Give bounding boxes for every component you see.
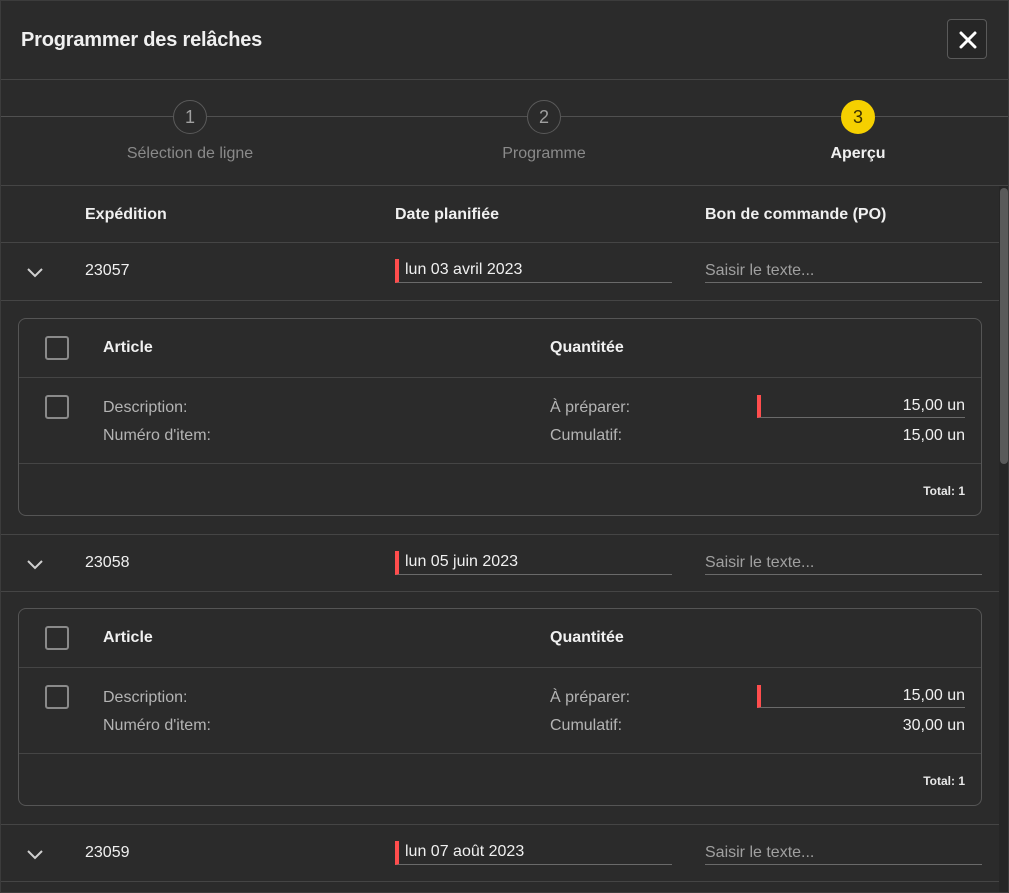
card-header: Article Quantitée <box>19 609 981 668</box>
column-header-shipment: Expédition <box>85 206 167 223</box>
scrollbar-thumb[interactable] <box>1000 188 1008 464</box>
chevron-down-icon[interactable] <box>26 263 44 281</box>
article-row: Description: Numéro d'item: À préparer: … <box>19 378 981 464</box>
cumulative-value: 15,00 un <box>902 427 965 444</box>
shipment-id: 23059 <box>85 844 130 861</box>
cumulative-label: Cumulatif: <box>550 427 623 444</box>
planned-date-picker[interactable]: lun 05 juin 2023 <box>395 551 672 575</box>
item-number-label: Numéro d'item: <box>103 717 211 734</box>
to-prepare-quantity-input[interactable]: 15,00 un <box>757 685 965 708</box>
chevron-down-icon[interactable] <box>26 555 44 573</box>
planned-date-picker[interactable]: lun 07 août 2023 <box>395 841 672 865</box>
description-label: Description: <box>103 399 188 416</box>
vertical-scrollbar[interactable] <box>999 186 1008 892</box>
step-number: 1 <box>173 100 207 134</box>
step-number: 2 <box>527 100 561 134</box>
shipment-row: 23059 lun 07 août 2023 <box>1 824 999 882</box>
purchase-order-input[interactable] <box>705 841 982 865</box>
to-prepare-label: À préparer: <box>550 399 631 416</box>
step-program[interactable]: 2 Programme <box>424 100 664 163</box>
shipment-id: 23057 <box>85 262 130 279</box>
purchase-order-input[interactable] <box>705 551 982 575</box>
shipment-id: 23058 <box>85 554 130 571</box>
row-checkbox[interactable] <box>45 395 69 419</box>
planned-date-picker[interactable]: lun 03 avril 2023 <box>395 259 672 283</box>
shipments-table: Expédition Date planifiée Bon de command… <box>1 186 999 892</box>
row-checkbox[interactable] <box>45 685 69 709</box>
column-header-article: Article <box>103 629 153 646</box>
column-header-quantity: Quantitée <box>550 629 624 646</box>
schedule-releases-dialog: Programmer des relâches 1 Sélection de l… <box>0 0 1009 893</box>
close-icon <box>959 31 977 49</box>
column-header-quantity: Quantitée <box>550 339 624 356</box>
step-label: Aperçu <box>830 145 886 162</box>
description-label: Description: <box>103 689 188 706</box>
item-number-label: Numéro d'item: <box>103 427 211 444</box>
purchase-order-input[interactable] <box>705 259 982 283</box>
card-header: Article Quantitée <box>19 319 981 378</box>
shipment-details-card: Article Quantitée Description: Numéro d'… <box>18 318 982 516</box>
shipment-row: 23058 lun 05 juin 2023 <box>1 534 999 592</box>
dialog-title: Programmer des relâches <box>21 29 263 51</box>
select-all-checkbox[interactable] <box>45 336 69 360</box>
stepper: 1 Sélection de ligne 2 Programme 3 Aperç… <box>1 80 1008 186</box>
column-header-planned-date: Date planifiée <box>395 206 500 223</box>
step-label: Sélection de ligne <box>126 145 254 162</box>
step-preview[interactable]: 3 Aperçu <box>738 100 978 163</box>
total-count: Total: 1 <box>923 484 965 498</box>
close-button[interactable] <box>947 19 987 59</box>
total-count: Total: 1 <box>923 774 965 788</box>
cumulative-value: 30,00 un <box>902 717 965 734</box>
dialog-header: Programmer des relâches <box>1 1 1008 80</box>
shipment-details-card: Article Quantitée Description: Numéro d'… <box>18 608 982 806</box>
to-prepare-quantity-input[interactable]: 15,00 un <box>757 395 965 418</box>
to-prepare-label: À préparer: <box>550 689 631 706</box>
chevron-down-icon[interactable] <box>26 845 44 863</box>
column-header-purchase-order: Bon de commande (PO) <box>705 206 887 223</box>
column-header-article: Article <box>103 339 153 356</box>
step-selection[interactable]: 1 Sélection de ligne <box>70 100 310 163</box>
article-row: Description: Numéro d'item: À préparer: … <box>19 668 981 754</box>
cumulative-label: Cumulatif: <box>550 717 623 734</box>
select-all-checkbox[interactable] <box>45 626 69 650</box>
shipment-row: 23057 lun 03 avril 2023 <box>1 243 999 301</box>
step-label: Programme <box>502 145 586 162</box>
table-header: Expédition Date planifiée Bon de command… <box>1 186 999 243</box>
step-number: 3 <box>841 100 875 134</box>
